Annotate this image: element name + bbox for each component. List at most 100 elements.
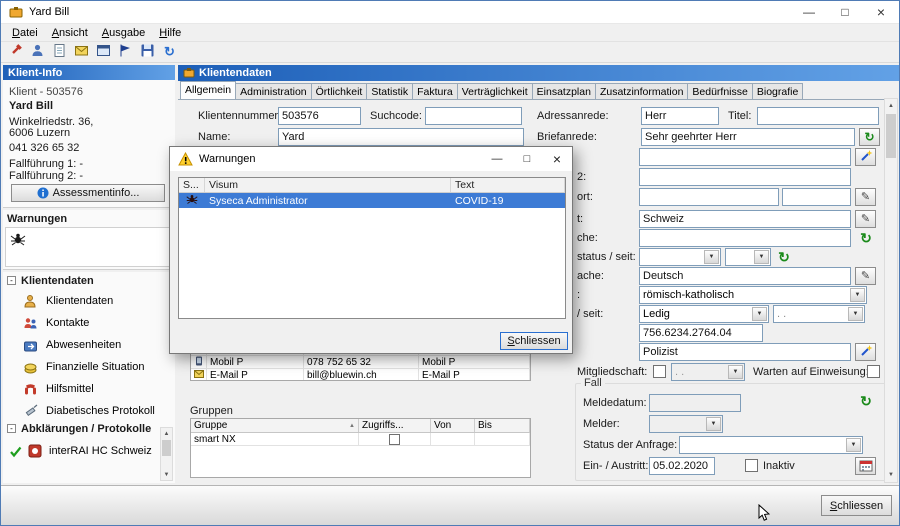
ort-zusatz-input[interactable] <box>782 188 851 206</box>
dropdown-arrow-icon[interactable]: ▼ <box>754 250 769 264</box>
dropdown-arrow-icon[interactable]: ▼ <box>706 417 721 431</box>
sidebar-item-interrai[interactable]: interRAI HC Schweiz <box>3 440 159 462</box>
collapse-icon[interactable]: - <box>7 424 16 433</box>
toolbar-mail-button[interactable] <box>72 43 91 62</box>
beruf-input[interactable] <box>639 343 851 361</box>
scroll-up-icon[interactable]: ▲ <box>885 99 897 113</box>
konfession-select[interactable]: römisch-katholisch▼ <box>639 286 867 304</box>
maximize-button[interactable]: □ <box>827 1 863 24</box>
ahv-nummer-input[interactable] <box>639 324 763 342</box>
name2-input[interactable] <box>639 168 851 186</box>
minimize-button[interactable]: — <box>791 1 827 24</box>
scrollbar-thumb[interactable] <box>886 114 896 158</box>
sidebar-item-hilfsmittel[interactable]: Hilfsmittel <box>3 378 159 400</box>
collapse-icon[interactable]: - <box>7 276 16 285</box>
inaktiv-checkbox[interactable] <box>745 459 758 472</box>
wand-button[interactable] <box>855 148 876 166</box>
eintritt-input[interactable] <box>649 457 715 475</box>
zivilstand-select[interactable]: Ledig▼ <box>639 305 769 323</box>
sidebar-item-diabetisches-protokoll[interactable]: Diabetisches Protokoll <box>3 400 159 422</box>
beruf-wand-button[interactable] <box>855 343 876 361</box>
toolbar-window-button[interactable] <box>94 43 113 62</box>
melder-select[interactable]: ▼ <box>649 415 723 433</box>
klientennummer-input[interactable] <box>278 107 361 125</box>
name-input[interactable] <box>278 128 524 146</box>
main-scrollbar[interactable]: ▲ ▼ <box>884 98 898 483</box>
column-header-text[interactable]: Text <box>451 178 565 192</box>
suchcode-input[interactable] <box>425 107 522 125</box>
tab-oertlichkeit[interactable]: Örtlichkeit <box>311 83 368 99</box>
sprache-edit-button[interactable]: ✎ <box>855 267 876 285</box>
assessmentinfo-button[interactable]: Assessmentinfo... <box>11 184 165 202</box>
land-edit-button[interactable]: ✎ <box>855 210 876 228</box>
footer-schliessen-button[interactable]: Schliessen <box>821 495 892 516</box>
menu-ansicht[interactable]: Ansicht <box>45 25 95 41</box>
che-input[interactable] <box>639 229 851 247</box>
dropdown-arrow-icon[interactable]: ▼ <box>704 250 719 264</box>
tab-einsatzplan[interactable]: Einsatzplan <box>532 83 596 99</box>
sidebar-item-finanzielle-situation[interactable]: Finanzielle Situation <box>3 356 159 378</box>
tab-statistik[interactable]: Statistik <box>366 83 413 99</box>
toolbar-user-button[interactable] <box>28 43 47 62</box>
toolbar-tool-button[interactable] <box>6 43 25 62</box>
toolbar-refresh-button[interactable]: ↻ <box>160 43 179 62</box>
column-header-gruppe[interactable]: Gruppe▲ <box>191 419 359 432</box>
sidebar-item-klientendaten[interactable]: Klientendaten <box>3 290 159 312</box>
dropdown-arrow-icon[interactable]: ▼ <box>846 438 861 452</box>
sidebar-scrollbar[interactable]: ▲ ▼ <box>160 427 173 481</box>
mitgliedschaft-date-select[interactable]: . .▼ <box>671 363 745 381</box>
toolbar-flag-button[interactable] <box>116 43 135 62</box>
column-header-bis[interactable]: Bis <box>475 419 530 432</box>
menu-ausgabe[interactable]: Ausgabe <box>95 25 152 41</box>
sprache-input[interactable] <box>639 267 851 285</box>
dialog-schliessen-button[interactable]: Schliessen <box>500 332 568 350</box>
table-row[interactable]: smart NX <box>191 433 530 446</box>
tab-beduerfnisse[interactable]: Bedürfnisse <box>687 83 752 99</box>
tab-allgemein[interactable]: Allgemein <box>180 81 236 99</box>
adressanrede-input[interactable] <box>641 107 719 125</box>
tab-biografie[interactable]: Biografie <box>752 83 803 99</box>
warnings-list[interactable] <box>5 227 172 267</box>
briefanrede-input[interactable] <box>641 128 855 146</box>
menu-hilfe[interactable]: Hilfe <box>152 25 188 41</box>
dialog-maximize-button[interactable]: □ <box>512 147 542 171</box>
ort-input[interactable] <box>639 188 779 206</box>
meldedatum-input[interactable] <box>649 394 741 412</box>
table-row[interactable]: E-Mail P bill@bluewin.ch E-Mail P <box>191 369 530 381</box>
scroll-up-icon[interactable]: ▲ <box>161 428 172 439</box>
zivilstand-seit-select[interactable]: . .▼ <box>773 305 865 323</box>
dropdown-arrow-icon[interactable]: ▼ <box>850 288 865 302</box>
tab-faktura[interactable]: Faktura <box>412 83 458 99</box>
briefanrede-refresh-button[interactable]: ↻ <box>859 128 880 146</box>
titel-input[interactable] <box>757 107 879 125</box>
land-input[interactable] <box>639 210 851 228</box>
vorname-input[interactable] <box>639 148 851 166</box>
toolbar-document-button[interactable] <box>50 43 69 62</box>
sidebar-item-kontakte[interactable]: Kontakte <box>3 312 159 334</box>
tab-administration[interactable]: Administration <box>235 83 312 99</box>
status-refresh-button[interactable]: ↻ <box>775 248 793 266</box>
column-header-visum[interactable]: Visum <box>205 178 451 192</box>
scrollbar-thumb[interactable] <box>162 440 171 456</box>
status-anfrage-select[interactable]: ▼ <box>679 436 863 454</box>
dropdown-arrow-icon[interactable]: ▼ <box>848 307 863 321</box>
dropdown-arrow-icon[interactable]: ▼ <box>728 365 743 379</box>
dialog-minimize-button[interactable]: — <box>482 147 512 171</box>
dropdown-arrow-icon[interactable]: ▼ <box>752 307 767 321</box>
warning-row-selected[interactable]: Syseca Administrator COVID-19 <box>179 193 565 208</box>
column-header-von[interactable]: Von <box>431 419 475 432</box>
close-button[interactable]: × <box>863 1 899 24</box>
column-header-s[interactable]: S... <box>179 178 205 192</box>
toolbar-save-button[interactable] <box>138 43 157 62</box>
menu-datei[interactable]: Datei <box>5 25 45 41</box>
status-select[interactable]: ▼ <box>639 248 721 266</box>
scroll-down-icon[interactable]: ▼ <box>885 468 897 482</box>
tab-vertraeglichkeit[interactable]: Verträglichkeit <box>457 83 533 99</box>
table-row[interactable]: Mobil P 078 752 65 32 Mobil P <box>191 356 530 369</box>
scroll-down-icon[interactable]: ▼ <box>161 469 172 480</box>
calendar-button[interactable] <box>855 457 876 475</box>
tab-zusatzinformation[interactable]: Zusatzinformation <box>595 83 688 99</box>
column-header-zugriffs[interactable]: Zugriffs... <box>359 419 431 432</box>
dialog-close-button[interactable]: × <box>542 147 572 171</box>
mitgliedschaft-checkbox[interactable] <box>653 365 666 378</box>
